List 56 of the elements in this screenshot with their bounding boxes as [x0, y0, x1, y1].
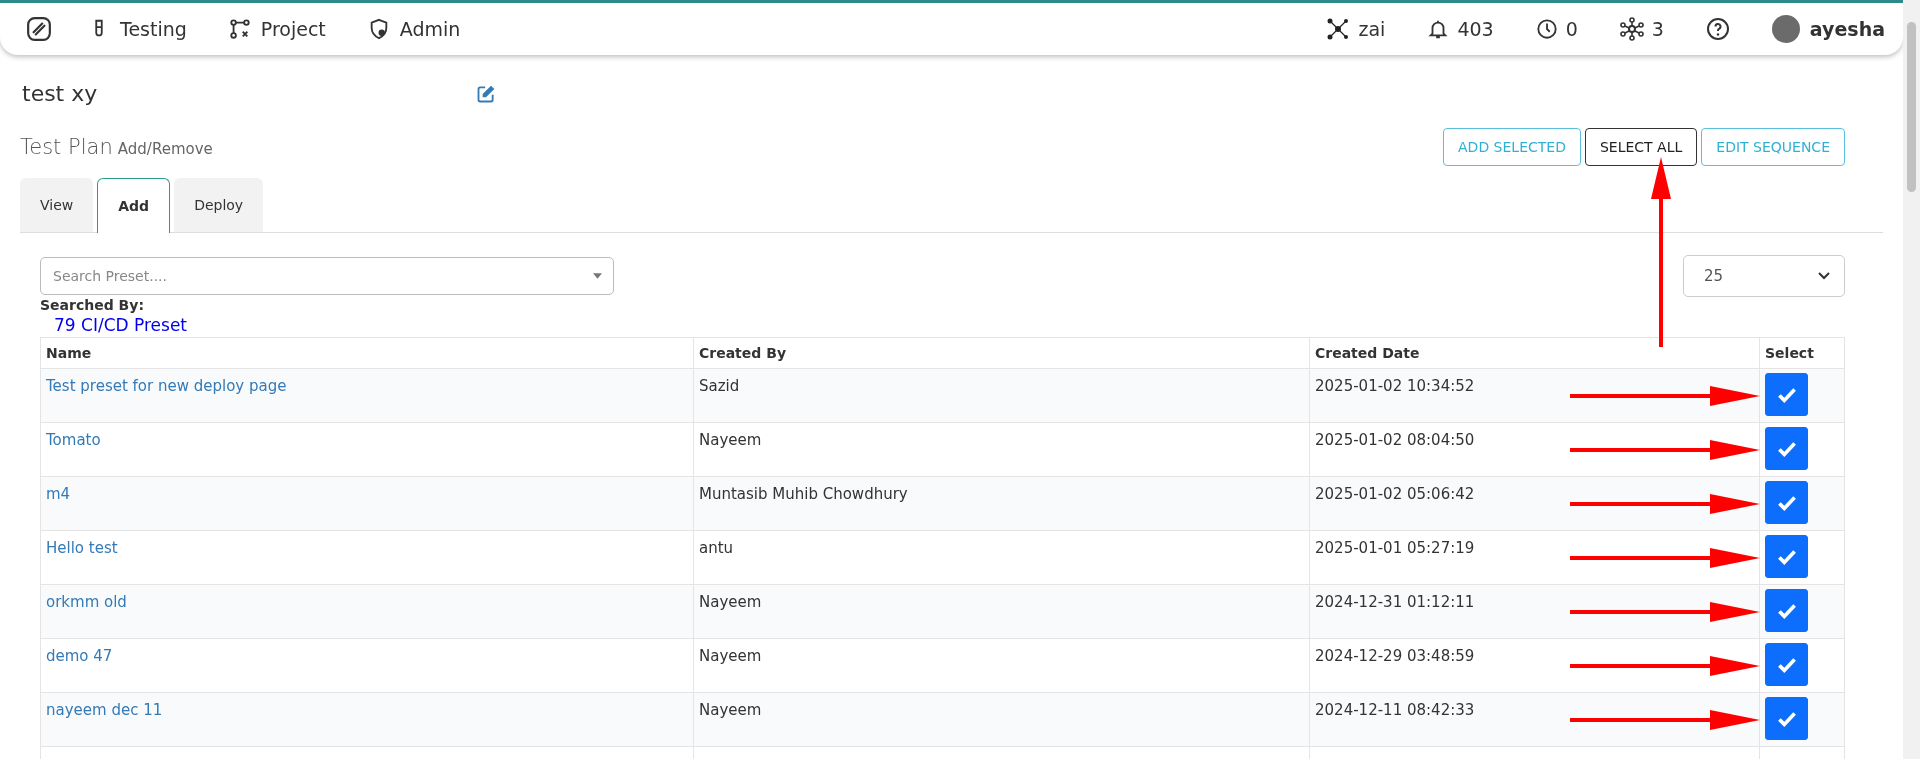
- workflow-icon: [228, 18, 251, 40]
- column-header: Created By: [693, 337, 1310, 369]
- checkbox[interactable]: [1765, 427, 1808, 470]
- table-cell: Nayeem: [693, 638, 1310, 693]
- tab[interactable]: View: [20, 178, 94, 232]
- section-title: Test Plan: [20, 135, 113, 159]
- preset-link[interactable]: m4: [46, 485, 71, 503]
- caret-icon[interactable]: [593, 273, 602, 279]
- help-icon[interactable]: [1705, 17, 1730, 41]
- action-button[interactable]: SELECT ALL: [1584, 128, 1698, 166]
- scrollbar[interactable]: [1903, 0, 1920, 759]
- status-item[interactable]: 403: [1427, 18, 1494, 40]
- checkbox[interactable]: [1765, 481, 1808, 524]
- status-item[interactable]: 0: [1535, 18, 1578, 40]
- bell-icon: [1427, 18, 1450, 40]
- searched-by-label: Searched By:: [40, 297, 145, 313]
- status-item[interactable]: zai: [1326, 17, 1386, 41]
- status-item[interactable]: 3: [1619, 17, 1664, 41]
- clock-icon: [1535, 18, 1558, 40]
- scatter-nodes-icon: [1326, 17, 1351, 41]
- section-subtitle: Add/Remove: [117, 140, 213, 158]
- nav-link[interactable]: Testing: [88, 18, 187, 40]
- page-size-select[interactable]: 25: [1683, 255, 1845, 297]
- preset-link[interactable]: Hello test: [46, 539, 118, 557]
- checkbox[interactable]: [1765, 589, 1808, 632]
- tab[interactable]: Deploy: [174, 178, 264, 232]
- tab[interactable]: Add: [97, 178, 171, 233]
- column-header: Created Date: [1309, 337, 1760, 369]
- search-field[interactable]: Search Preset....: [40, 257, 614, 295]
- page-title: test xy: [22, 81, 99, 106]
- preset-link[interactable]: Test preset for new deploy page: [46, 377, 287, 395]
- preset-link[interactable]: orkmm old: [46, 593, 127, 611]
- table-cell: antu: [693, 530, 1310, 585]
- table-cell: Sazid: [693, 368, 1310, 423]
- table-cell: Nayeem: [693, 692, 1310, 747]
- chevron-down-icon: [1818, 272, 1830, 280]
- checkbox[interactable]: [1765, 643, 1808, 686]
- column-header: Name: [40, 337, 694, 369]
- avatar-icon: [1771, 15, 1800, 43]
- preset-link[interactable]: nayeem dec 11: [46, 701, 163, 719]
- preset-link[interactable]: demo 47: [46, 647, 113, 665]
- column-header: Select: [1759, 337, 1845, 369]
- user-menu[interactable]: ayesha: [1771, 15, 1885, 43]
- searched-by-value: 79 CI/CD Preset: [54, 315, 189, 335]
- preset-link[interactable]: Tomato: [46, 431, 101, 449]
- checkbox[interactable]: [1765, 535, 1808, 578]
- table-cell: Nayeem: [693, 422, 1310, 477]
- network-icon: [1619, 17, 1644, 41]
- table-cell: Nayeem: [693, 584, 1310, 639]
- table-cell: Muntasib Muhib Chowdhury: [693, 476, 1310, 531]
- checkbox[interactable]: [1765, 697, 1808, 740]
- nav-link[interactable]: Admin: [367, 18, 461, 40]
- checkbox[interactable]: [1765, 373, 1808, 416]
- nav-link[interactable]: Project: [228, 18, 326, 40]
- logo-icon[interactable]: [26, 16, 52, 42]
- edit-icon[interactable]: [476, 83, 496, 104]
